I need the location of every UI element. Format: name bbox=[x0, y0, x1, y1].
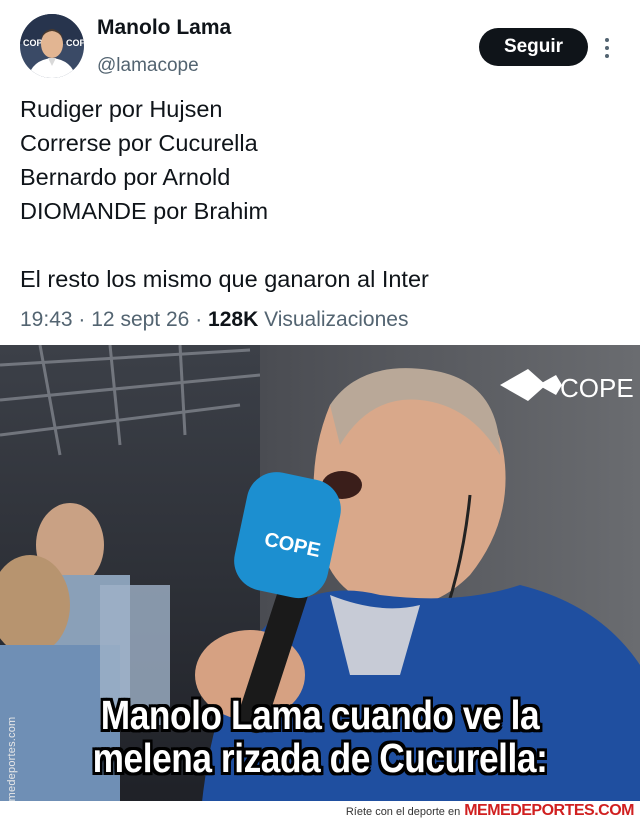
tweet-date[interactable]: 12 sept 26 bbox=[91, 308, 189, 331]
tweet-line: El resto los mismo que ganaron al Inter bbox=[20, 266, 429, 292]
svg-text:COP: COP bbox=[23, 38, 43, 48]
tweet-text: Rudiger por Hujsen Correrse por Cucurell… bbox=[20, 92, 620, 296]
caption-line: Manolo Lama cuando ve la bbox=[100, 692, 540, 738]
more-options-icon[interactable] bbox=[598, 35, 616, 61]
tweet-line: DIOMANDE por Brahim bbox=[20, 198, 269, 224]
tweet-line: Bernardo por Arnold bbox=[20, 164, 231, 190]
views-label: Visualizaciones bbox=[264, 308, 409, 331]
author-handle[interactable]: @lamacope bbox=[97, 55, 199, 77]
tweet-meta: 19:43 · 12 sept 26 · 128K Visualizacione… bbox=[20, 308, 408, 332]
author-name[interactable]: Manolo Lama bbox=[97, 16, 231, 40]
tweet-card: COP COP Manolo Lama @lamacope Seguir Rud… bbox=[0, 0, 640, 345]
svg-text:COP: COP bbox=[66, 38, 84, 48]
caption-line: melena rizada de Cucurella: bbox=[92, 735, 548, 781]
cope-logo-text: COPE bbox=[560, 373, 634, 403]
footer-text: Ríete con el deporte en bbox=[345, 806, 461, 818]
tweet-line: Correrse por Cucurella bbox=[20, 130, 258, 156]
follow-button[interactable]: Seguir bbox=[479, 28, 588, 66]
meta-separator: · bbox=[195, 308, 203, 331]
meme-caption: Manolo Lama cuando ve la melena rizada d… bbox=[45, 694, 595, 780]
footer-note: Ríete con el deporte en MEMEDEPORTES.COM bbox=[345, 802, 635, 820]
tweet-line: Rudiger por Hujsen bbox=[20, 96, 223, 122]
footer-brand[interactable]: MEMEDEPORTES.COM bbox=[464, 802, 634, 820]
views-count: 128K bbox=[208, 308, 259, 331]
author-avatar[interactable]: COP COP bbox=[20, 14, 84, 78]
meta-separator: · bbox=[78, 308, 86, 331]
tweet-time[interactable]: 19:43 bbox=[20, 308, 73, 331]
